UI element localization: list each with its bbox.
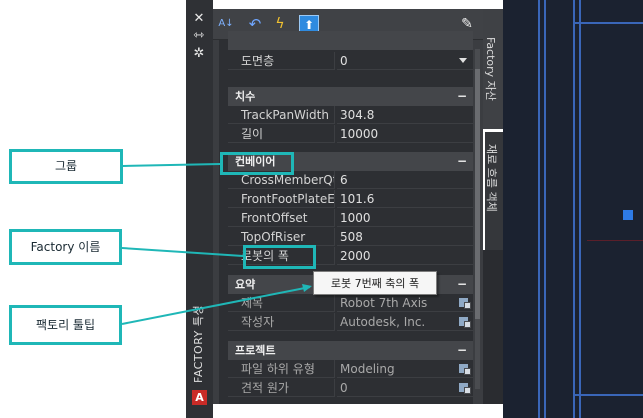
connector-line (122, 163, 221, 167)
connector-line (121, 247, 244, 257)
callout-connectors (121, 163, 312, 325)
connector-arrowhead (302, 284, 312, 292)
connector-line (121, 286, 311, 325)
